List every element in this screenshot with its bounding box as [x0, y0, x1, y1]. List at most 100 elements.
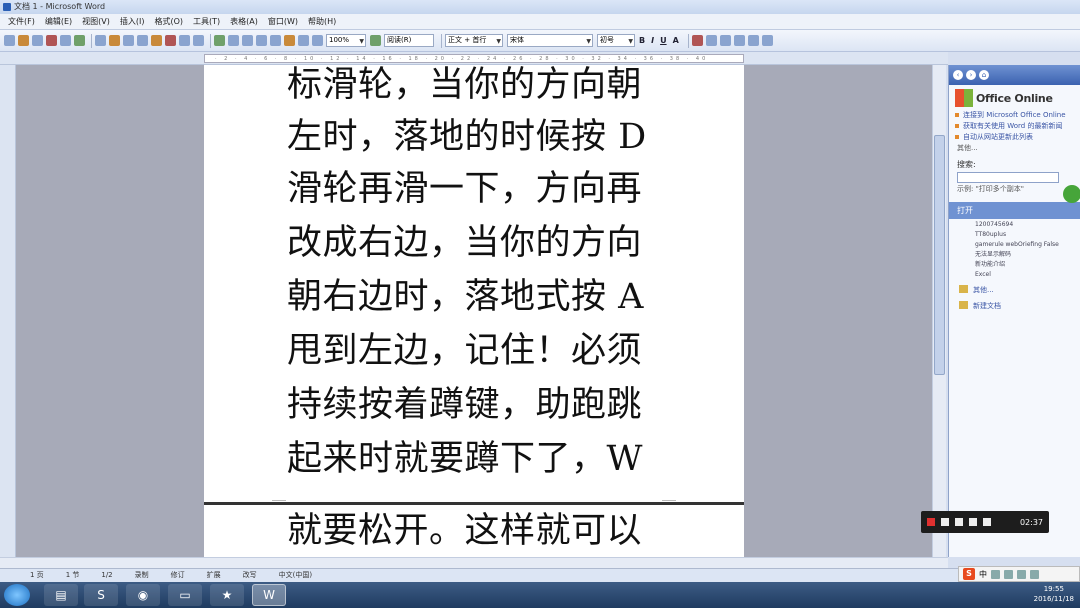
cut-icon[interactable] [123, 35, 134, 46]
line-spacing-icon[interactable] [761, 35, 773, 46]
link-office-online[interactable]: 连接到 Microsoft Office Online [955, 111, 1074, 120]
new-document-link[interactable]: 新建文档 [959, 301, 1072, 311]
back-icon[interactable]: ‹ [953, 70, 963, 80]
link-word-news[interactable]: 获取有关使用 Word 的最新新闻 [955, 122, 1074, 131]
scrollbar-thumb[interactable] [934, 135, 945, 375]
sogou-ime-icon[interactable]: S [963, 568, 975, 580]
fullscreen-icon[interactable] [983, 518, 991, 526]
explorer-icon[interactable]: ▤ [44, 584, 78, 606]
document-line: 起来时就要蹲下了，W [287, 439, 643, 479]
italic-button[interactable]: I [651, 36, 654, 45]
clock[interactable]: 19:55 2016/11/18 [1034, 584, 1074, 604]
recent-file[interactable]: Excel [975, 271, 1072, 279]
menu-view[interactable]: 视图(V) [82, 16, 110, 27]
horizontal-ruler[interactable]: · 2 · 4 · 6 · 8 · 10 · 12 · 14 · 16 · 18… [204, 54, 744, 63]
justify-icon[interactable] [747, 35, 759, 46]
vertical-scrollbar[interactable] [932, 65, 946, 557]
system-tray: 19:55 2016/11/18 [960, 582, 1080, 608]
link-auto-update[interactable]: 自动从网站更新此列表 [955, 133, 1074, 142]
ime-keyboard-icon[interactable] [1004, 569, 1013, 579]
recent-file[interactable]: 新功能介绍 [975, 261, 1072, 269]
redo-icon[interactable] [193, 35, 204, 46]
start-button-icon[interactable] [4, 584, 30, 606]
ime-mode[interactable]: 中 [979, 569, 987, 580]
permission-icon[interactable] [46, 35, 57, 46]
status-overtype[interactable]: 改写 [243, 569, 257, 582]
home-icon[interactable]: ⌂ [979, 70, 989, 80]
align-center-icon[interactable] [719, 35, 731, 46]
document-page[interactable]: 标滑轮，当你的方向朝 左时，落地的时候按 D 滑轮再滑一下，方向再 改成右边，当… [204, 65, 744, 502]
word-taskbar-icon[interactable]: W [252, 584, 286, 606]
help-icon[interactable] [370, 35, 381, 46]
highlight-icon[interactable] [691, 35, 703, 46]
recent-file[interactable]: TT80uplus [975, 231, 1072, 239]
horizontal-scrollbar[interactable] [0, 557, 948, 568]
camera-icon[interactable] [969, 518, 977, 526]
recent-file[interactable]: 1200745694 [975, 221, 1072, 229]
show-hide-icon[interactable] [312, 35, 323, 46]
undo-icon[interactable] [179, 35, 190, 46]
menu-table[interactable]: 表格(A) [230, 16, 258, 27]
pause-icon[interactable] [955, 518, 963, 526]
menu-window[interactable]: 窗口(W) [268, 16, 298, 27]
read-button[interactable]: 阅读(R) [384, 34, 434, 47]
style-select[interactable]: 正文 + 首行 ▼ [445, 34, 503, 47]
menu-format[interactable]: 格式(O) [154, 16, 183, 27]
document-page-2[interactable]: 就要松开。这样就可以 [204, 505, 744, 557]
menu-edit[interactable]: 编辑(E) [45, 16, 72, 27]
print-icon[interactable] [60, 35, 71, 46]
ime-punct-icon[interactable] [991, 569, 1000, 579]
font-size-select[interactable]: 初号 ▼ [597, 34, 635, 47]
table-icon[interactable] [228, 35, 239, 46]
align-left-icon[interactable] [705, 35, 717, 46]
game-app-icon[interactable]: ★ [210, 584, 244, 606]
ime-skin-icon[interactable] [1017, 569, 1026, 579]
align-right-icon[interactable] [733, 35, 745, 46]
search-input[interactable] [957, 172, 1059, 183]
menu-tools[interactable]: 工具(T) [193, 16, 220, 27]
search-go-icon[interactable] [1063, 185, 1080, 203]
forward-icon[interactable]: › [966, 70, 976, 80]
word-app-icon[interactable] [3, 3, 11, 11]
menu-file[interactable]: 文件(F) [8, 16, 35, 27]
sogou-browser-icon[interactable]: S [84, 584, 118, 606]
open-other-link[interactable]: 其他... [959, 285, 1072, 295]
font-select[interactable]: 宋体 ▼ [507, 34, 593, 47]
character-scale-button[interactable]: A [673, 36, 679, 45]
zoom-select[interactable]: 100% ▼ [326, 34, 366, 47]
save-icon[interactable] [32, 35, 43, 46]
print-preview-icon[interactable] [74, 35, 85, 46]
paste-icon[interactable] [151, 35, 162, 46]
copy-icon[interactable] [137, 35, 148, 46]
drawing-icon[interactable] [284, 35, 295, 46]
folder-icon[interactable]: ▭ [168, 584, 202, 606]
spelling-icon[interactable] [95, 35, 106, 46]
research-icon[interactable] [109, 35, 120, 46]
bold-button[interactable]: B [639, 36, 645, 45]
hyperlink-icon[interactable] [214, 35, 225, 46]
menu-insert[interactable]: 插入(I) [120, 16, 145, 27]
columns-icon[interactable] [270, 35, 281, 46]
format-painter-icon[interactable] [165, 35, 176, 46]
status-record[interactable]: 录制 [135, 569, 149, 582]
recent-file[interactable]: gamerule webOriefing False [975, 241, 1072, 249]
ime-tools-icon[interactable] [1030, 569, 1039, 579]
status-extend[interactable]: 扩展 [207, 569, 221, 582]
document-map-icon[interactable] [298, 35, 309, 46]
excel-icon[interactable] [256, 35, 267, 46]
menu-help[interactable]: 帮助(H) [308, 16, 336, 27]
open-folder-icon[interactable] [18, 35, 29, 46]
insert-table-icon[interactable] [242, 35, 253, 46]
recent-file[interactable]: 无法显示解码 [975, 251, 1072, 259]
ime-bar: S 中 [958, 566, 1080, 582]
status-revision[interactable]: 修订 [171, 569, 185, 582]
more-text[interactable]: 其他... [957, 144, 1072, 153]
chrome-icon[interactable]: ◉ [126, 584, 160, 606]
new-document-icon[interactable] [4, 35, 15, 46]
taskbar: ▤ S ◉ ▭ ★ W 19:55 2016/11/18 [0, 582, 1080, 608]
vertical-ruler[interactable] [0, 65, 16, 557]
pen-icon[interactable] [941, 518, 949, 526]
underline-button[interactable]: U [660, 36, 667, 45]
stop-record-icon[interactable] [927, 518, 935, 526]
document-line: 改成右边，当你的方向 [287, 223, 643, 263]
